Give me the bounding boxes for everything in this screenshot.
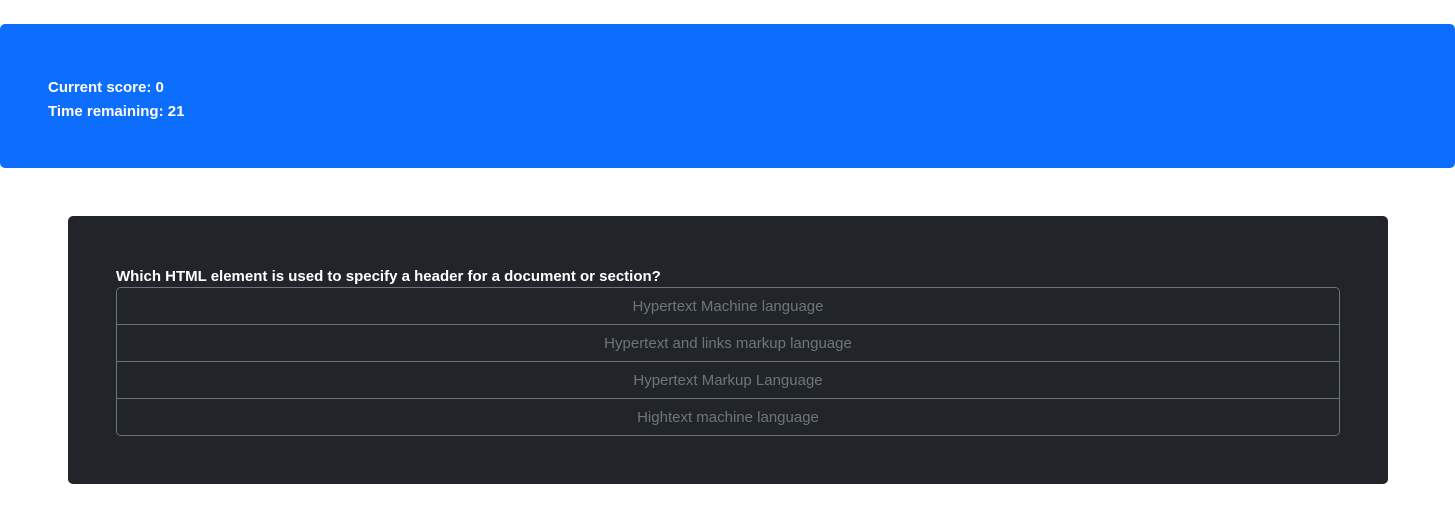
current-score: Current score: 0 bbox=[48, 79, 164, 96]
question-card: Which HTML element is used to specify a … bbox=[68, 216, 1388, 484]
answer-option[interactable]: Hightext machine language bbox=[117, 399, 1339, 435]
question-text: Which HTML element is used to specify a … bbox=[116, 268, 661, 285]
time-remaining: Time remaining: 21 bbox=[48, 103, 185, 120]
quiz-page: Current score: 0 Time remaining: 21 Whic… bbox=[0, 0, 1455, 532]
answer-option[interactable]: Hypertext and links markup language bbox=[117, 325, 1339, 362]
answer-option[interactable]: Hypertext Markup Language bbox=[117, 362, 1339, 399]
score-banner: Current score: 0 Time remaining: 21 bbox=[0, 24, 1455, 168]
answer-option[interactable]: Hypertext Machine language bbox=[117, 288, 1339, 325]
answer-list: Hypertext Machine language Hypertext and… bbox=[116, 287, 1340, 436]
